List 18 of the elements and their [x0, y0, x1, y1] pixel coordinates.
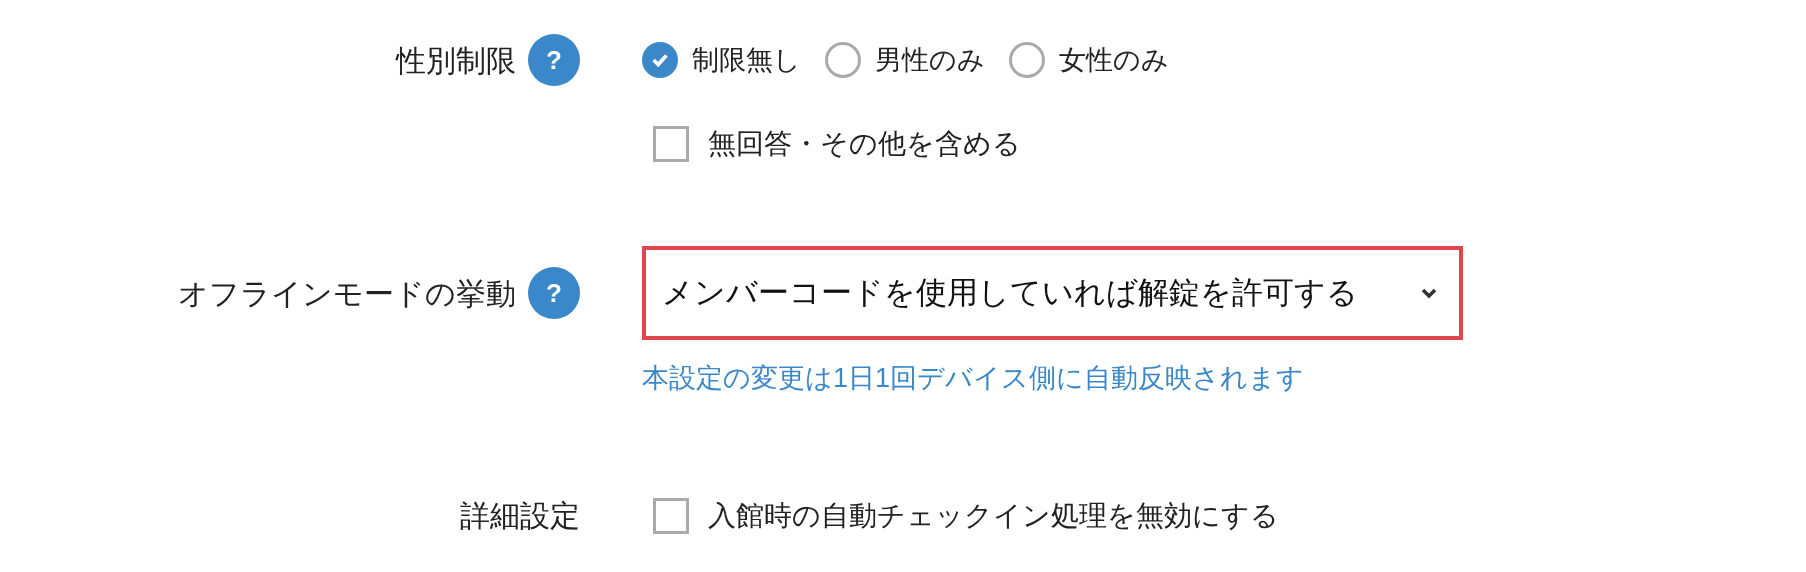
radio-label: 制限無し — [692, 43, 801, 77]
field-label: 性別制限 — [396, 42, 516, 79]
field-label: 詳細設定 — [460, 498, 580, 534]
radio-button[interactable] — [825, 42, 861, 78]
checkbox[interactable] — [653, 497, 689, 534]
help-icon[interactable]: ? — [528, 34, 580, 86]
checkbox[interactable] — [653, 126, 689, 162]
hint-text: 本設定の変更は1日1回デバイス側に自動反映されます — [642, 362, 1305, 395]
checkbox-label: 入館時の自動チェックイン処理を無効にする — [708, 498, 1279, 533]
checkbox-label: 無回答・その他を含める — [708, 127, 1021, 161]
help-icon[interactable]: ? — [528, 267, 580, 319]
chevron-down-icon — [1421, 287, 1437, 299]
radio-button[interactable] — [642, 42, 678, 78]
radio-label: 女性のみ — [1059, 43, 1169, 77]
radio-label: 男性のみ — [875, 43, 985, 77]
select-field[interactable]: メンバーコードを使用していれば解錠を許可する — [642, 246, 1463, 340]
radio-button[interactable] — [1009, 42, 1045, 78]
field-label: オフラインモードの挙動 — [178, 275, 516, 312]
